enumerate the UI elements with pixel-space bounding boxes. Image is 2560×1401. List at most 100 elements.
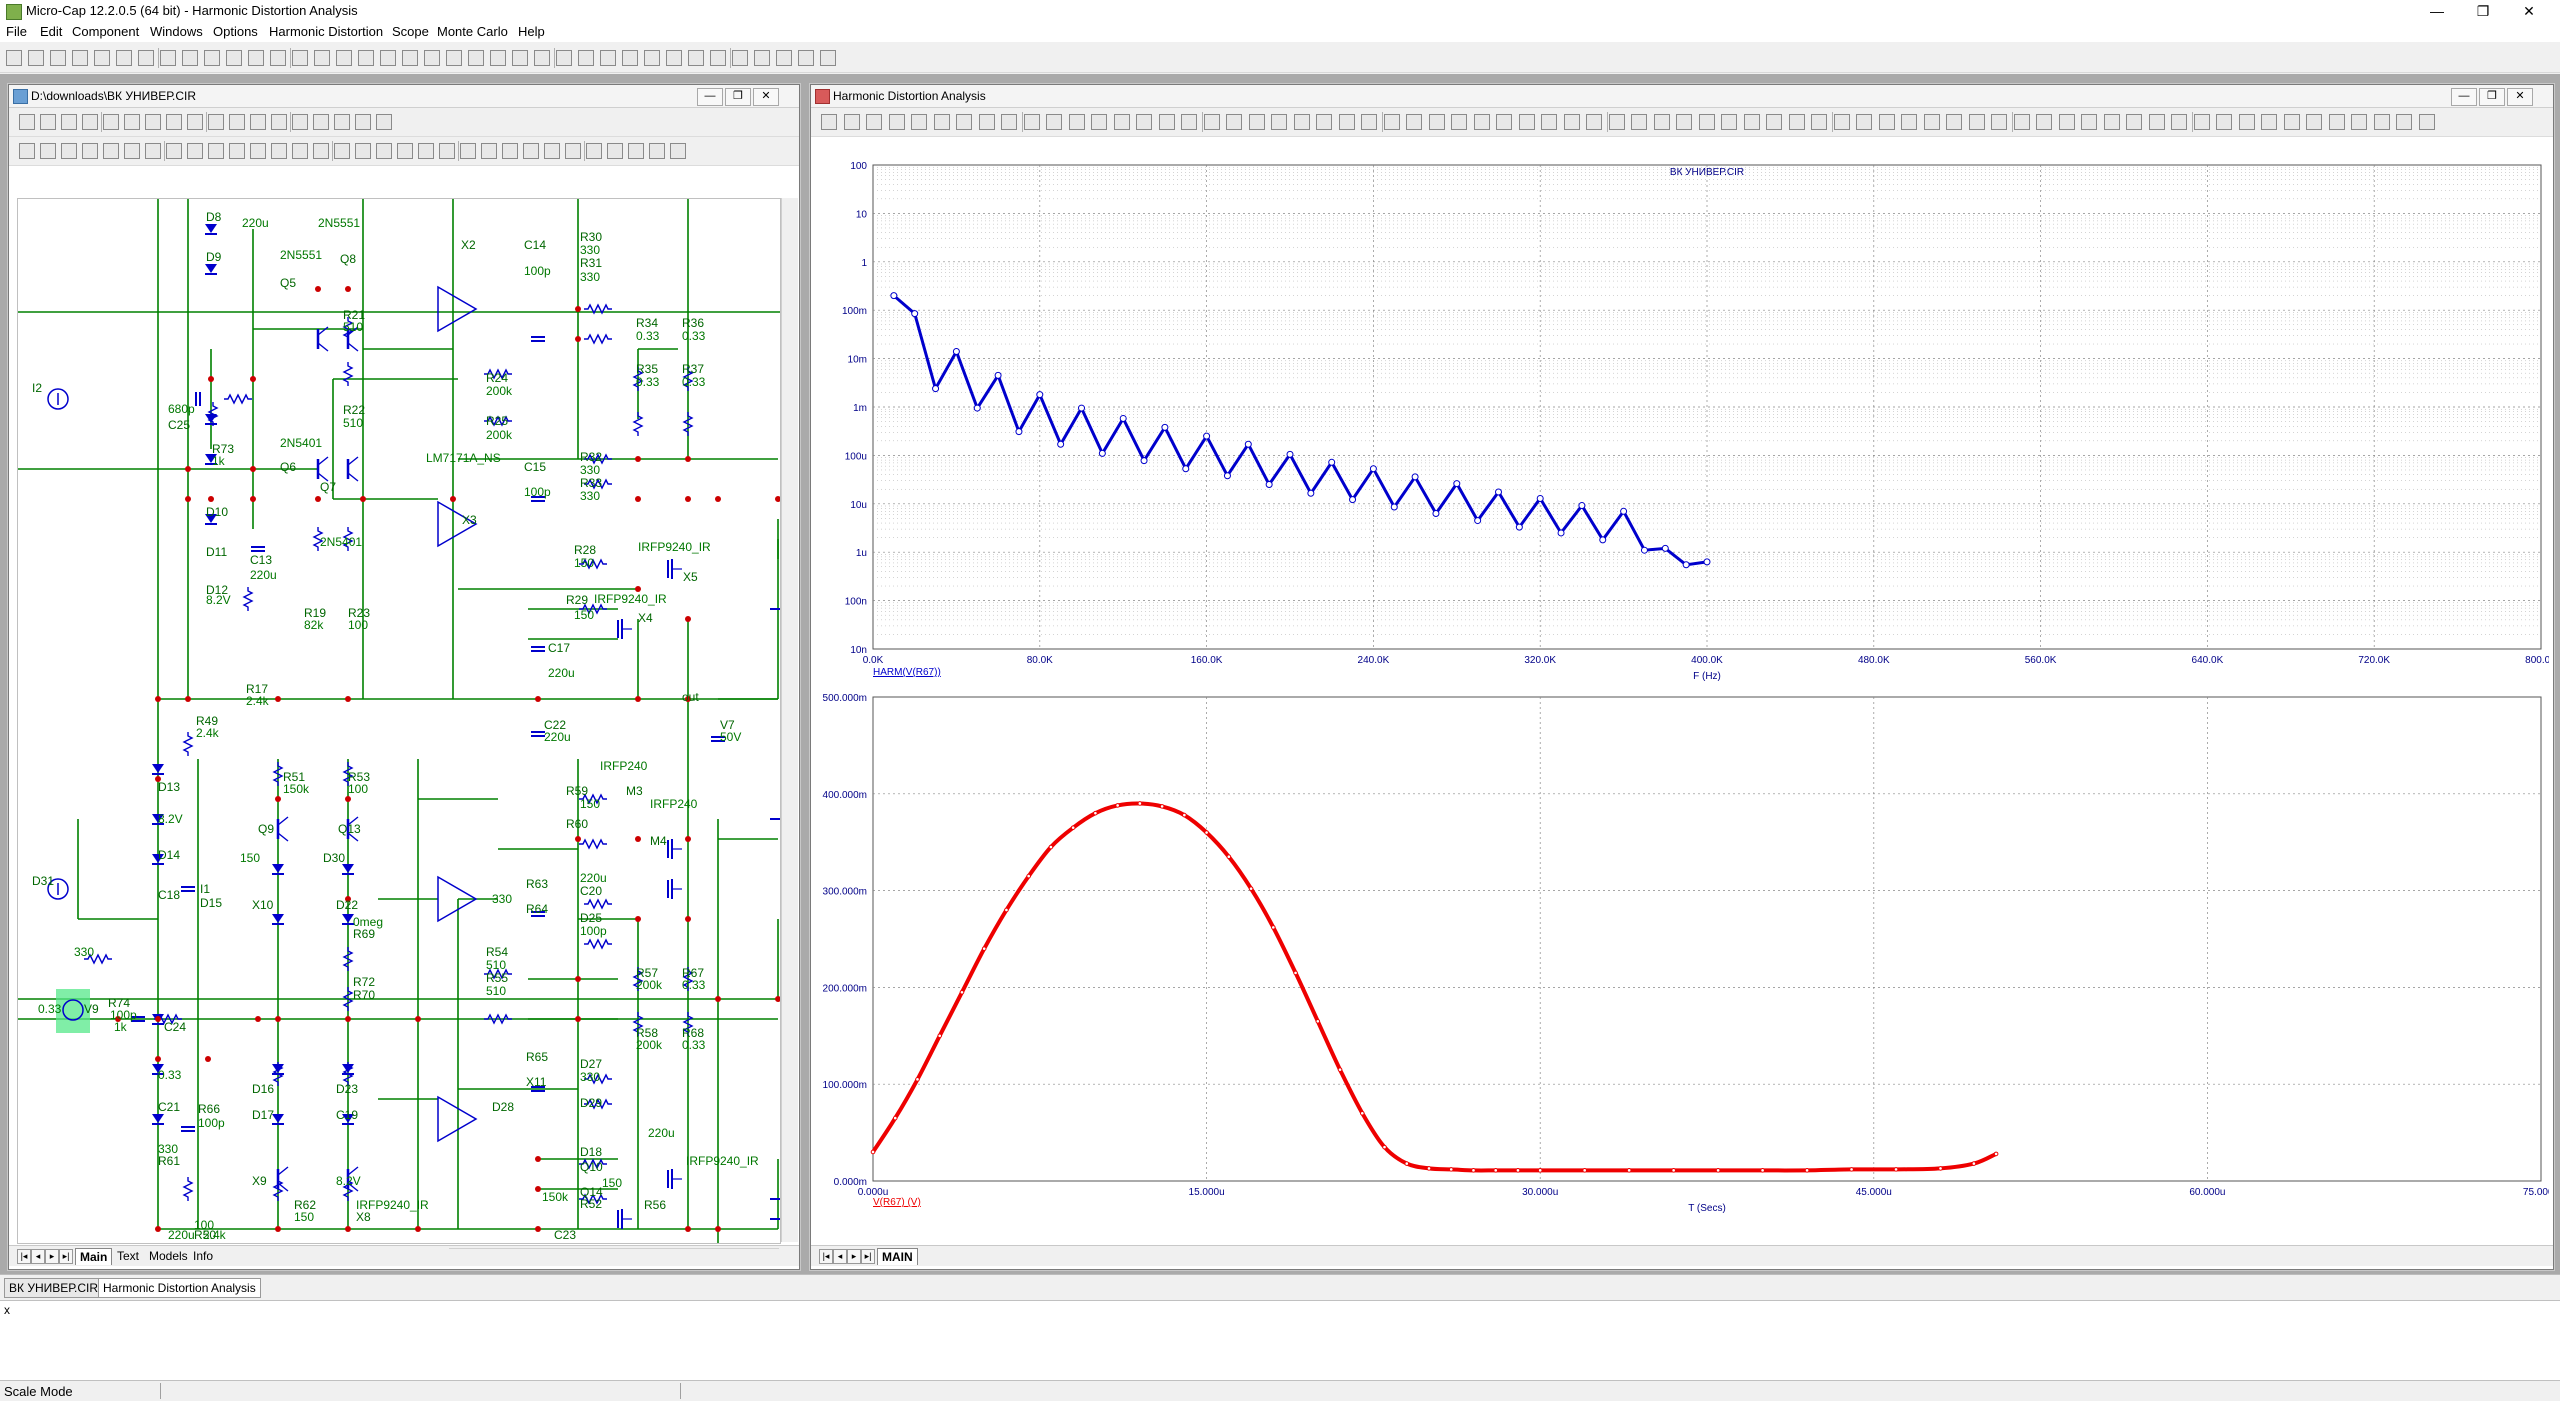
toolbar-button-icon[interactable] [402,50,418,66]
toolbar-button-icon[interactable] [1181,114,1197,130]
toolbar-button-icon[interactable] [1316,114,1332,130]
toolbar-button-icon[interactable] [2306,114,2322,130]
analysis-prev-page-button[interactable]: ◂ [833,1249,847,1264]
toolbar-button-icon[interactable] [1586,114,1602,130]
toolbar-button-icon[interactable] [820,50,836,66]
analysis-next-page-button[interactable]: ▸ [847,1249,861,1264]
toolbar-button-icon[interactable] [103,143,119,159]
toolbar-button-icon[interactable] [2103,114,2120,130]
toolbar-button-icon[interactable] [460,143,476,159]
toolbar-button-icon[interactable] [2238,114,2255,130]
toolbar-button-icon[interactable] [250,143,266,159]
schematic-maximize-button[interactable]: ❐ [725,88,751,106]
toolbar-button-icon[interactable] [2373,114,2390,130]
prev-page-button[interactable]: ◂ [31,1249,45,1264]
toolbar-button-icon[interactable] [380,50,396,66]
toolbar-button-icon[interactable] [1811,114,1827,130]
menu-monte-carlo[interactable]: Monte Carlo [437,24,508,39]
toolbar-button-icon[interactable] [544,143,560,159]
toolbar-button-icon[interactable] [160,50,176,66]
toolbar-button-icon[interactable] [2283,114,2300,130]
toolbar-button-icon[interactable] [649,143,665,159]
close-button[interactable]: ✕ [2506,0,2552,22]
toolbar-button-icon[interactable] [270,50,286,66]
toolbar-button-icon[interactable] [1136,114,1152,130]
restore-button[interactable]: ❐ [2460,0,2506,22]
toolbar-button-icon[interactable] [61,114,77,130]
toolbar-button-icon[interactable] [2328,114,2345,130]
tab-main[interactable]: Main [75,1248,113,1265]
toolbar-button-icon[interactable] [512,50,528,66]
toolbar-button-icon[interactable] [2013,114,2030,130]
menu-options[interactable]: Options [213,24,258,39]
toolbar-button-icon[interactable] [1001,114,1017,130]
toolbar-button-icon[interactable] [2261,114,2277,130]
toolbar-button-icon[interactable] [1383,114,1400,130]
schematic-minimize-button[interactable]: — [697,88,723,106]
toolbar-button-icon[interactable] [843,114,860,130]
toolbar-button-icon[interactable] [1991,114,2007,130]
toolbar-button-icon[interactable] [50,50,66,66]
output-close-icon[interactable]: x [4,1303,10,1317]
next-page-button[interactable]: ▸ [45,1249,59,1264]
toolbar-button-icon[interactable] [670,143,686,159]
toolbar-button-icon[interactable] [166,143,182,159]
toolbar-button-icon[interactable] [204,50,220,66]
toolbar-button-icon[interactable] [124,114,140,130]
toolbar-button-icon[interactable] [313,114,329,130]
toolbar-button-icon[interactable] [1563,114,1580,130]
tab-info[interactable]: Info [189,1248,217,1264]
toolbar-button-icon[interactable] [124,143,140,159]
toolbar-button-icon[interactable] [1608,114,1625,130]
toolbar-button-icon[interactable] [1541,114,1557,130]
toolbar-button-icon[interactable] [72,50,88,66]
toolbar-button-icon[interactable] [1833,114,1850,130]
toolbar-button-icon[interactable] [1766,114,1782,130]
menu-scope[interactable]: Scope [392,24,429,39]
toolbar-button-icon[interactable] [1091,114,1107,130]
toolbar-button-icon[interactable] [468,50,484,66]
toolbar-button-icon[interactable] [1946,114,1962,130]
toolbar-button-icon[interactable] [481,143,497,159]
toolbar-button-icon[interactable] [94,50,110,66]
toolbar-button-icon[interactable] [754,50,770,66]
toolbar-button-icon[interactable] [1451,114,1467,130]
doc-tab-schematic[interactable]: ВК УНИВЕР.CIR [4,1278,103,1298]
toolbar-button-icon[interactable] [145,143,161,159]
toolbar-button-icon[interactable] [534,50,550,66]
toolbar-button-icon[interactable] [2036,114,2052,130]
toolbar-button-icon[interactable] [397,143,413,159]
toolbar-button-icon[interactable] [376,143,392,159]
analysis-minimize-button[interactable]: — [2451,88,2477,106]
toolbar-button-icon[interactable] [1721,114,1737,130]
toolbar-button-icon[interactable] [1653,114,1670,130]
schematic-close-button[interactable]: ✕ [753,88,779,106]
toolbar-button-icon[interactable] [732,50,748,66]
schematic-vertical-scrollbar[interactable] [781,198,798,1242]
toolbar-button-icon[interactable] [250,114,266,130]
toolbar-button-icon[interactable] [933,114,950,130]
toolbar-button-icon[interactable] [1428,114,1445,130]
toolbar-button-icon[interactable] [1473,114,1490,130]
toolbar-button-icon[interactable] [1743,114,1760,130]
toolbar-button-icon[interactable] [334,143,350,159]
minimize-button[interactable]: — [2414,0,2460,22]
toolbar-button-icon[interactable] [1046,114,1062,130]
toolbar-button-icon[interactable] [334,114,350,130]
toolbar-button-icon[interactable] [355,143,371,159]
toolbar-button-icon[interactable] [446,50,462,66]
toolbar-button-icon[interactable] [821,114,837,130]
menu-component[interactable]: Component [72,24,139,39]
schematic-canvas[interactable]: D8 220u 2N5551 D9 2N5551 Q8 Q5 R21 510 I2 680p C25 R… [17,198,786,1262]
toolbar-button-icon[interactable] [271,143,287,159]
toolbar-button-icon[interactable] [2081,114,2097,130]
toolbar-button-icon[interactable] [556,50,572,66]
toolbar-button-icon[interactable] [28,50,44,66]
toolbar-button-icon[interactable] [1113,114,1130,130]
toolbar-button-icon[interactable] [666,50,682,66]
toolbar-button-icon[interactable] [424,50,440,66]
toolbar-button-icon[interactable] [166,114,182,130]
toolbar-button-icon[interactable] [40,143,56,159]
toolbar-button-icon[interactable] [911,114,927,130]
toolbar-button-icon[interactable] [1406,114,1422,130]
